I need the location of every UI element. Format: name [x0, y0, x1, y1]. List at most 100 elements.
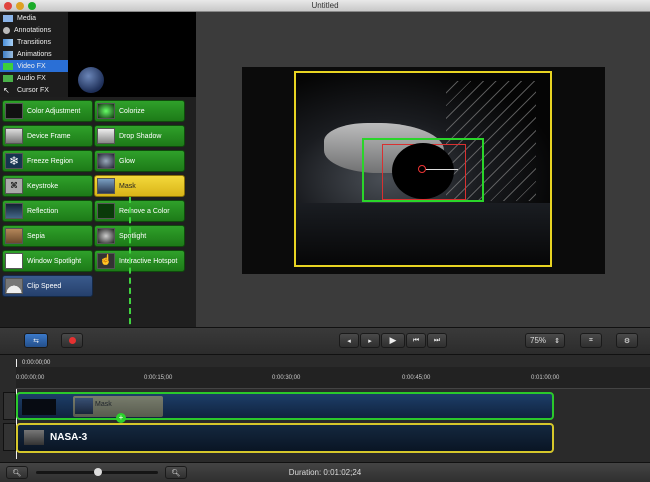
play-button[interactable]: ▶ [381, 333, 405, 348]
fx-glow-button[interactable]: Glow [94, 150, 185, 172]
crop-icon: ⌗ [589, 336, 593, 344]
video-fx-icon [3, 62, 13, 70]
fx-label: Glow [119, 157, 135, 165]
clip-thumbnail [22, 399, 56, 415]
settings-button[interactable]: ⚙ [616, 333, 638, 348]
fx-sepia-button[interactable]: Sepia [2, 225, 93, 247]
cursor-fx-icon: ↖ [3, 85, 10, 95]
menu-item-transitions[interactable]: Transitions [0, 36, 68, 48]
menu-item-label: Cursor FX [17, 86, 49, 94]
playback-toolbar: ⇆ ◂ ▸ ▶ ⏮ ⏭ 75% ⇕ ⌗ ⚙ [0, 327, 650, 355]
fx-device-frame-button[interactable]: Device Frame [2, 125, 93, 147]
tick-label: 0:00:00;00 [16, 375, 45, 381]
zoom-select[interactable]: 75% ⇕ [525, 333, 565, 348]
next-button[interactable]: ⏭ [427, 333, 447, 348]
menu-item-audio-fx[interactable]: Audio FX [0, 72, 68, 84]
window-spotlight-icon [5, 253, 23, 269]
fx-reflection-button[interactable]: Reflection [2, 200, 93, 222]
library-menu: Media Annotations Transitions Animations… [0, 12, 68, 97]
menu-item-annotations[interactable]: Annotations [0, 24, 68, 36]
menu-item-animations[interactable]: Animations [0, 48, 68, 60]
gear-icon: ⚙ [623, 337, 631, 345]
snowflake-icon: ❄ [5, 153, 23, 169]
menu-item-video-fx[interactable]: Video FX [0, 60, 68, 72]
color-adjustment-icon [5, 103, 23, 119]
fx-drop-shadow-button[interactable]: Drop Shadow [94, 125, 185, 147]
fx-label: Freeze Region [27, 157, 73, 165]
mask-center-handle[interactable] [418, 165, 426, 173]
fx-label: Keystroke [27, 182, 59, 190]
fx-label: Spotlight [119, 232, 147, 240]
track-2-header[interactable] [3, 423, 16, 451]
mask-clip-label: Mask [95, 401, 112, 408]
previous-icon: ⏮ [412, 336, 420, 344]
menu-item-media[interactable]: Media [0, 12, 68, 24]
fx-label: Color Adjustment [27, 107, 81, 115]
fx-color-adjustment-button[interactable]: Color Adjustment [2, 100, 93, 122]
crop-button[interactable]: ⌗ [580, 333, 602, 348]
mask-icon [97, 178, 115, 194]
library-preview [68, 12, 196, 97]
media-icon [3, 14, 13, 22]
status-bar: 🔍︎ 🔍︎ Duration: 0:01:02;24 [0, 462, 650, 482]
record-dot-icon [68, 337, 76, 344]
fx-label: Sepia [27, 232, 45, 240]
tick-label: 0:01:00;00 [531, 375, 560, 381]
drop-shadow-icon [97, 128, 115, 144]
remove-color-icon [97, 203, 115, 219]
duration-label: Duration: 0:01:02;24 [288, 468, 362, 477]
record-screen-icon: ⇆ [33, 337, 39, 345]
speedometer-icon [5, 278, 23, 294]
add-drop-icon: + [116, 413, 126, 423]
fx-colorize-button[interactable]: Colorize [94, 100, 185, 122]
timeline: 0:00:00;00 0:00:00;00 0:00:15;00 0:00:30… [0, 355, 650, 462]
track-2[interactable]: NASA-3 [16, 423, 554, 453]
mask-rotation-arm[interactable] [426, 169, 458, 170]
track-1[interactable]: Mask [16, 392, 554, 420]
tick-label: 0:00:45;00 [402, 375, 431, 381]
nasa-clip-label: NASA-3 [50, 432, 88, 443]
annotations-icon [3, 26, 10, 34]
colorize-icon [97, 103, 115, 119]
fx-keystroke-button[interactable]: ⌘ Keystroke [2, 175, 93, 197]
audio-fx-icon [3, 74, 13, 82]
menu-item-label: Transitions [17, 38, 51, 46]
fx-label: Drop Shadow [119, 132, 162, 140]
device-frame-icon [5, 128, 23, 144]
step-forward-button[interactable]: ▸ [360, 333, 380, 348]
zoom-value: 75% [530, 336, 547, 345]
menu-item-label: Media [17, 14, 37, 22]
sepia-icon [5, 228, 23, 244]
record-camera-button[interactable] [61, 333, 83, 348]
menu-item-label: Animations [17, 50, 52, 58]
fx-remove-a-color-button[interactable]: Remove a Color [94, 200, 185, 222]
mask-clip-thumbnail [75, 398, 93, 414]
time-ruler[interactable]: 0:00:00;00 0:00:15;00 0:00:30;00 0:00:45… [16, 367, 650, 389]
fx-interactive-hotspot-button[interactable]: ☝ Interactive Hotspot [94, 250, 185, 272]
planet-thumbnail [78, 67, 104, 93]
fx-label: Window Spotlight [27, 257, 82, 265]
window-title: Untitled [311, 1, 339, 10]
chevron-updown-icon: ⇕ [554, 337, 560, 345]
nasa-clip-thumbnail [24, 430, 44, 445]
fx-freeze-region-button[interactable]: ❄ Freeze Region [2, 150, 93, 172]
menu-item-label: Audio FX [17, 74, 46, 82]
fx-label: Clip Speed [27, 282, 62, 290]
menu-item-cursor-fx[interactable]: ↖ Cursor FX [0, 84, 68, 96]
keystroke-icon: ⌘ [5, 178, 23, 194]
spotlight-icon [97, 228, 115, 244]
fx-label: Remove a Color [119, 207, 170, 215]
fx-label: Colorize [119, 107, 145, 115]
glow-icon [97, 153, 115, 169]
tick-label: 0:00:30;00 [272, 375, 301, 381]
record-screen-button[interactable]: ⇆ [24, 333, 48, 348]
track-1-header[interactable] [3, 392, 16, 420]
fx-window-spotlight-button[interactable]: Window Spotlight [2, 250, 93, 272]
next-icon: ⏭ [433, 336, 441, 344]
fx-spotlight-button[interactable]: Spotlight [94, 225, 185, 247]
fx-mask-button[interactable]: Mask [94, 175, 185, 197]
previous-button[interactable]: ⏮ [406, 333, 426, 348]
step-back-button[interactable]: ◂ [339, 333, 359, 348]
fx-clip-speed-button[interactable]: Clip Speed [2, 275, 93, 297]
reflection-image [296, 203, 550, 265]
